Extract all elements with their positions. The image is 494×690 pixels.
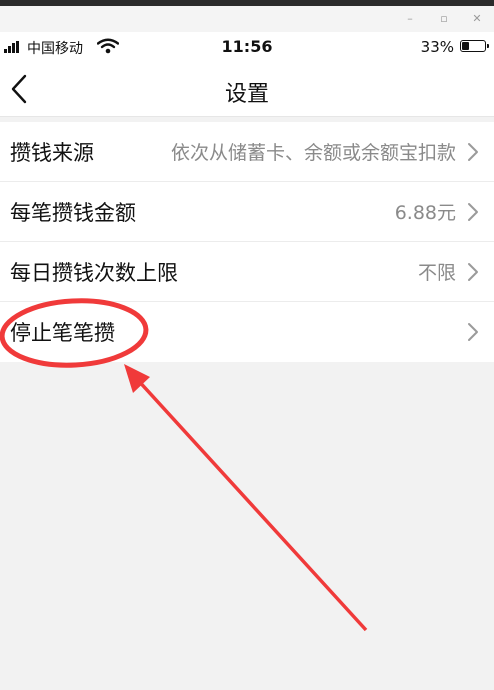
setting-label: 停止笔笔攒	[10, 321, 115, 345]
setting-row-amount[interactable]: 每笔攒钱金额 6.88元	[0, 182, 494, 242]
chevron-right-icon	[468, 263, 478, 281]
chevron-right-icon	[468, 203, 478, 221]
annotation-arrow-line	[134, 376, 368, 632]
chevron-right-icon	[468, 323, 478, 341]
setting-value: 6.88元	[394, 202, 456, 224]
chevron-right-icon	[468, 143, 478, 161]
battery-icon	[460, 40, 489, 52]
setting-label: 每日攒钱次数上限	[10, 261, 178, 285]
battery-percent: 33%	[420, 38, 454, 56]
setting-value: 不限	[417, 262, 456, 284]
setting-row-stop[interactable]: 停止笔笔攒	[0, 302, 494, 362]
minimize-button[interactable]: –	[401, 10, 419, 28]
maximize-button[interactable]: ▫	[435, 10, 453, 28]
settings-list: 攒钱来源 依次从储蓄卡、余额或余额宝扣款 每笔攒钱金额 6.88元 每日攒钱次数…	[0, 122, 494, 362]
setting-label: 攒钱来源	[10, 141, 94, 165]
setting-row-source[interactable]: 攒钱来源 依次从储蓄卡、余额或余额宝扣款	[0, 122, 494, 182]
close-button[interactable]: ✕	[468, 10, 486, 28]
annotation-arrow-head	[124, 364, 150, 393]
page-title: 设置	[224, 82, 269, 107]
setting-row-daily-limit[interactable]: 每日攒钱次数上限 不限	[0, 242, 494, 302]
status-bar: 中国移动 11:56 33%	[0, 32, 494, 62]
nav-bar: 设置	[0, 62, 494, 117]
setting-label: 每笔攒钱金额	[10, 201, 136, 225]
setting-value: 依次从储蓄卡、余额或余额宝扣款	[170, 142, 456, 164]
window-title-bar: – ▫ ✕	[0, 6, 494, 32]
